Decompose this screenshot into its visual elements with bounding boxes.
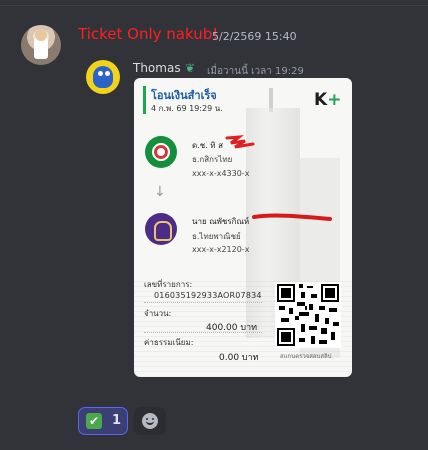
sender-account: xxx-x-x4330-x — [192, 169, 250, 178]
reaction-checkmark-button[interactable]: ✔ 1 — [78, 407, 128, 435]
receiver-name: นาย ณพัชรกิณห์ — [192, 217, 250, 226]
kplus-plus: + — [327, 90, 342, 110]
receiver-account: xxx-x-x2120-x — [192, 245, 250, 254]
reaction-count: 1 — [112, 413, 122, 428]
scb-bank-icon — [145, 213, 177, 245]
kasikorn-bank-icon — [145, 136, 177, 168]
arrow-down-icon: ↓ — [154, 184, 166, 200]
redaction-scribble — [225, 135, 255, 149]
add-reaction-button[interactable] — [134, 407, 166, 435]
smiley-icon — [142, 413, 158, 429]
qr-code — [275, 282, 341, 348]
slip-date: 4 ก.พ. 69 19:29 น. — [151, 104, 223, 113]
message-timestamp: 5/2/2569 15:40 — [212, 30, 297, 43]
message-username[interactable]: Ticket Only nakub! — [78, 25, 218, 43]
redaction-line — [252, 213, 332, 221]
sender-bank: ธ.กสิกรไทย — [192, 155, 233, 164]
kplus-letter: K — [314, 90, 328, 110]
check-mark-icon: ✔ — [86, 413, 102, 429]
transfer-slip-image[interactable]: โอนเงินสำเร็จ 4 ก.พ. 69 19:29 น. K+ ด.ช.… — [134, 78, 352, 377]
qr-caption: สแกนตรวจสอบสลิป — [280, 353, 332, 360]
amount-label: จำนวน: — [144, 309, 172, 318]
receiver-bank: ธ.ไทยพาณิชย์ — [192, 232, 241, 241]
kplus-logo: K+ — [314, 90, 341, 110]
sender-name: ด.ช. ทิ ส — [192, 141, 223, 150]
reference-value: 016035192933AOR07834 — [154, 291, 262, 300]
fee-label: ค่าธรรมเนียม: — [144, 338, 194, 347]
reference-label: เลขที่รายการ: — [144, 280, 193, 289]
top-divider — [0, 5, 428, 6]
fee-value: 0.00 บาท — [219, 353, 259, 363]
reply-avatar[interactable] — [86, 60, 120, 94]
reply-username[interactable]: Thomas — [133, 61, 181, 75]
leaf-badge-icon: ❦ — [185, 61, 196, 75]
slip-title-stripe — [143, 86, 146, 114]
reply-timestamp: เมื่อวานนี้ เวลา 19:29 — [207, 66, 304, 77]
user-avatar[interactable] — [21, 25, 61, 65]
